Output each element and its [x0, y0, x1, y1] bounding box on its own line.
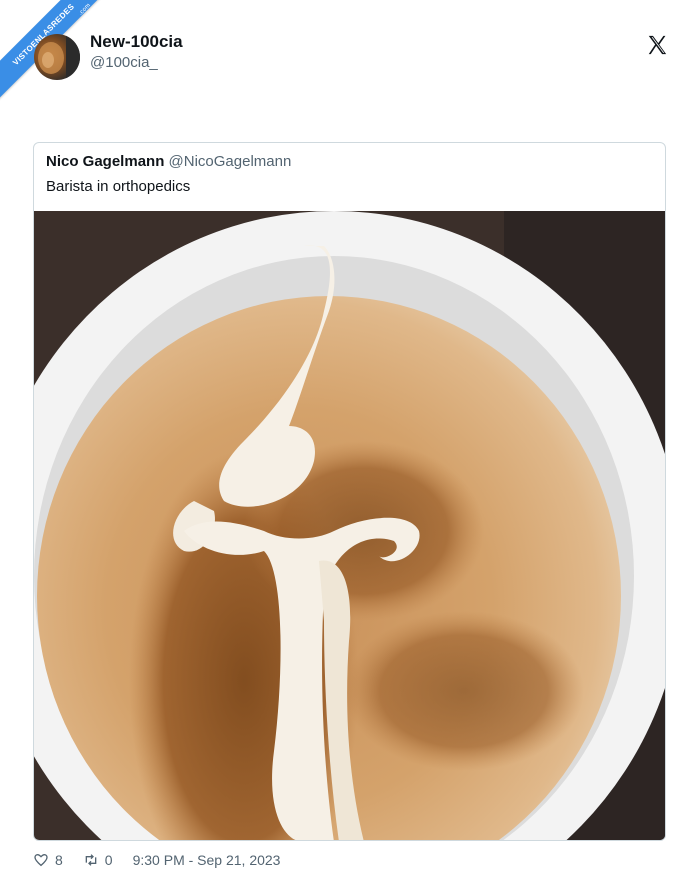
retweet-count: 0: [104, 852, 113, 868]
quoted-author-name: Nico Gagelmann: [46, 153, 165, 170]
watermark-sub: .com: [77, 2, 93, 17]
heart-icon[interactable]: [33, 852, 49, 868]
quoted-author[interactable]: Nico Gagelmann @NicoGagelmann: [46, 153, 291, 170]
author-name[interactable]: New-100cia: [90, 32, 183, 52]
avatar[interactable]: [34, 34, 80, 80]
quoted-tweet-text: Barista in orthopedics: [46, 178, 191, 195]
x-logo-icon[interactable]: [646, 34, 668, 56]
quoted-tweet[interactable]: Nico Gagelmann @NicoGagelmann Barista in…: [33, 142, 666, 841]
timestamp[interactable]: 9:30 PM - Sep 21, 2023: [133, 852, 281, 868]
quoted-author-handle: @NicoGagelmann: [168, 153, 292, 170]
author-handle[interactable]: @100cia_: [90, 54, 158, 71]
avatar-image: [38, 34, 80, 80]
latte-art-photo[interactable]: [34, 211, 666, 841]
tweet-footer: 8 0 9:30 PM - Sep 21, 2023: [33, 852, 280, 868]
like-count: 8: [55, 852, 63, 868]
retweet-icon[interactable]: [83, 852, 99, 868]
